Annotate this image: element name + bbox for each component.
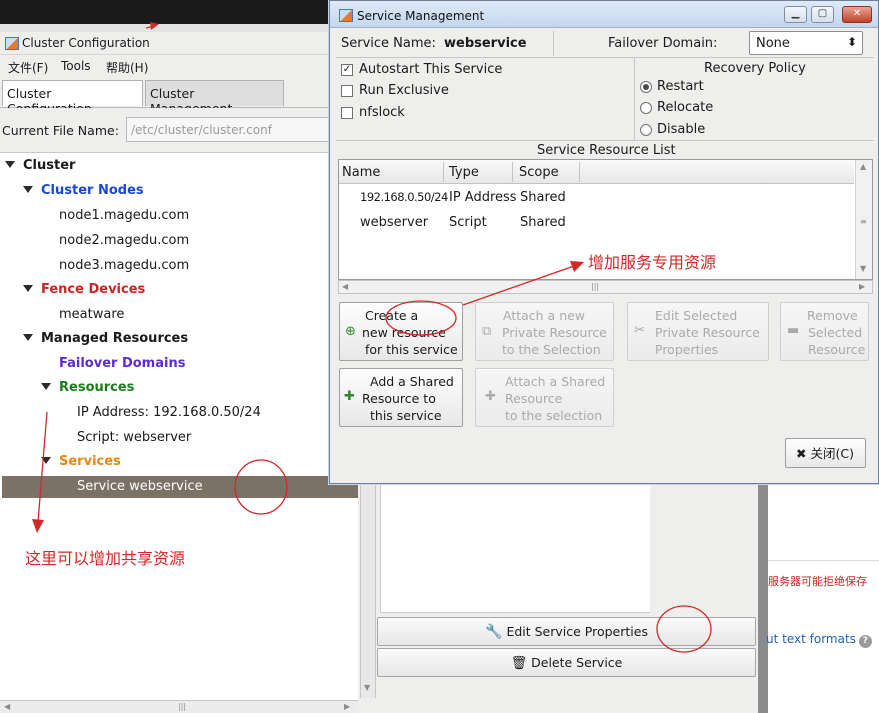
- arrowhead-icon: [570, 261, 584, 272]
- annotation-arrow: [37, 411, 48, 523]
- annotation-overlay: [32, 22, 712, 653]
- arrowhead-icon: [32, 519, 44, 533]
- annotation-arrow: [462, 265, 575, 306]
- annotation-circle: [385, 300, 457, 336]
- arrowhead-icon: [150, 22, 159, 30]
- annotation-circle: [656, 605, 712, 653]
- annotation-circle: [234, 459, 288, 515]
